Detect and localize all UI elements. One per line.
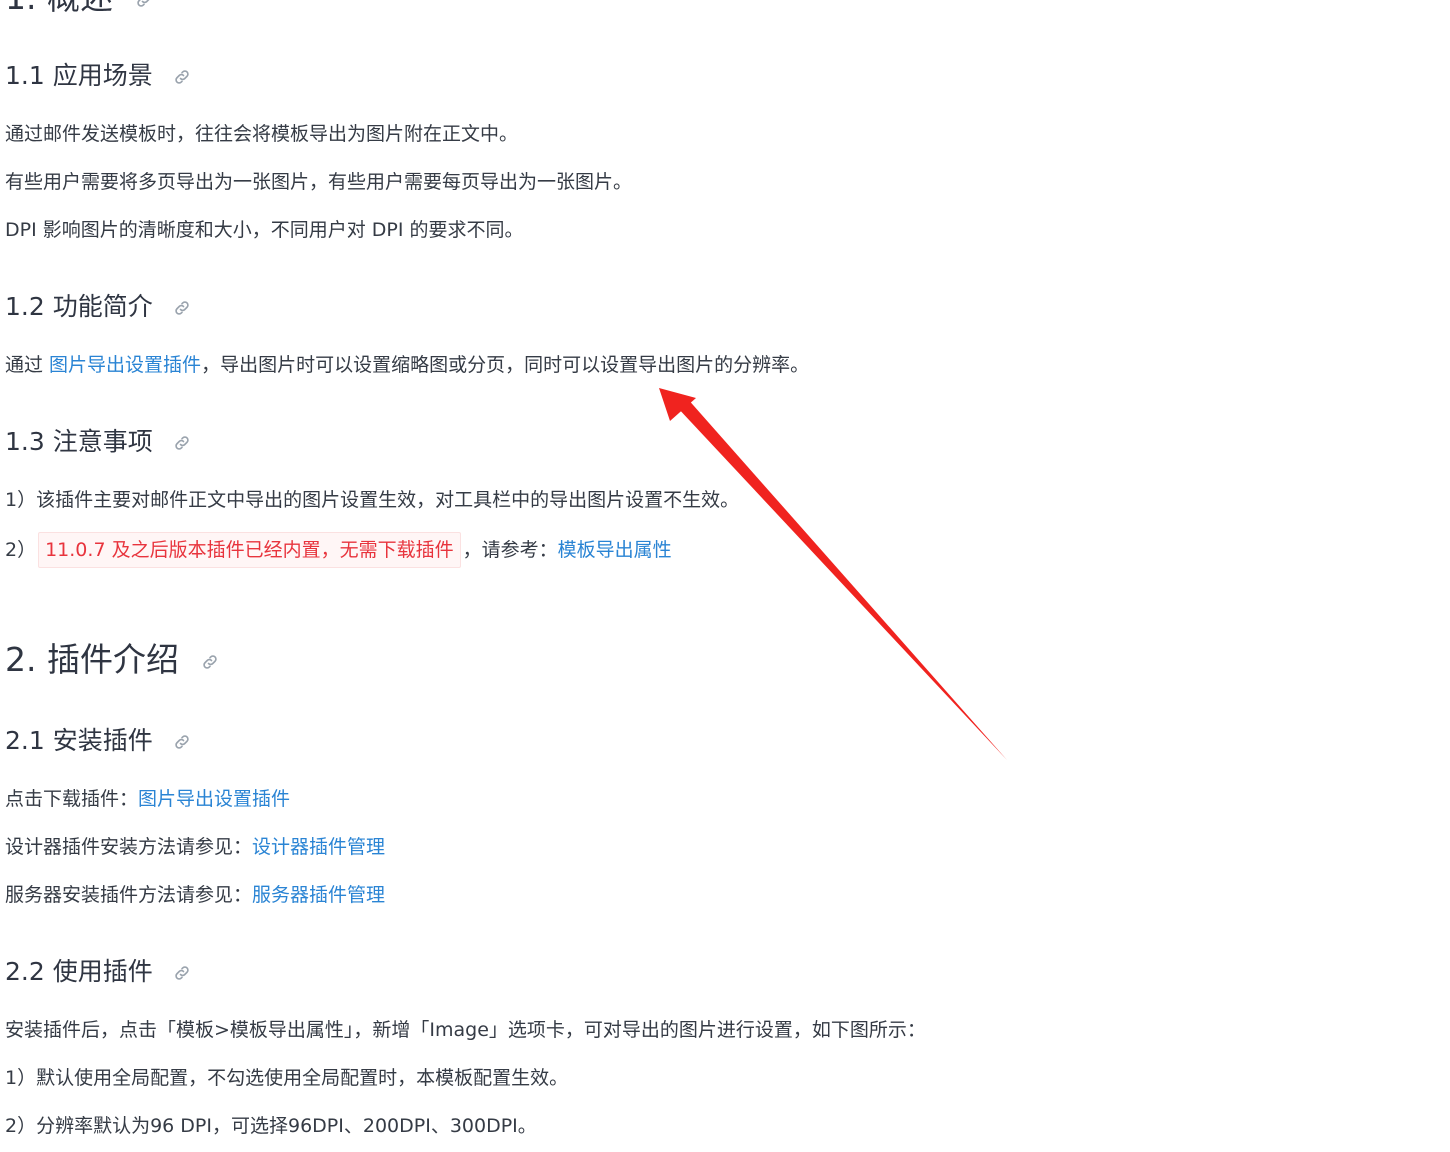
link-chain-icon[interactable] <box>173 68 191 86</box>
link-chain-icon[interactable] <box>201 653 219 671</box>
arrow-head <box>659 388 696 421</box>
link-chain-icon[interactable] <box>173 733 191 751</box>
paragraph: 通过 图片导出设置插件，导出图片时可以设置缩略图或分页，同时可以设置导出图片的分… <box>5 351 809 379</box>
server-plugin-link[interactable]: 服务器插件管理 <box>252 884 385 906</box>
heading-usage-text: 2.2 使用插件 <box>5 957 153 986</box>
paragraph: 安装插件后，点击「模板>模板导出属性」，新增「Image」选项卡，可对导出的图片… <box>5 1019 926 1041</box>
link-chain-icon[interactable] <box>173 964 191 982</box>
text: 服务器安装插件方法请参见： <box>5 884 253 906</box>
heading-features-text: 1.2 功能简介 <box>5 292 153 321</box>
heading-scenarios-text: 1.1 应用场景 <box>5 61 153 90</box>
heading-notes-text: 1.3 注意事项 <box>5 427 153 456</box>
link-chain-icon[interactable] <box>135 0 153 9</box>
text: 点击下载插件： <box>5 788 139 810</box>
download-plugin-link[interactable]: 图片导出设置插件 <box>138 788 290 810</box>
heading-plugin-intro: 2. 插件介绍 <box>5 640 219 680</box>
link-chain-icon[interactable] <box>173 299 191 317</box>
paragraph: 有些用户需要将多页导出为一张图片，有些用户需要每页导出为一张图片。 <box>5 171 633 193</box>
designer-plugin-link[interactable]: 设计器插件管理 <box>252 836 385 858</box>
warning-highlight: 11.0.7 及之后版本插件已经内置，无需下载插件 <box>38 532 461 568</box>
heading-overview: 1. 概述 <box>5 0 153 18</box>
paragraph: 1）默认使用全局配置，不勾选使用全局配置时，本模板配置生效。 <box>5 1067 569 1089</box>
heading-plugin-intro-text: 2. 插件介绍 <box>5 640 179 679</box>
text: 2） <box>5 539 37 561</box>
heading-scenarios: 1.1 应用场景 <box>5 60 191 92</box>
paragraph: DPI 影响图片的清晰度和大小，不同用户对 DPI 的要求不同。 <box>5 219 524 241</box>
plugin-link[interactable]: 图片导出设置插件 <box>49 354 201 376</box>
heading-install: 2.1 安装插件 <box>5 725 191 757</box>
text: 设计器插件安装方法请参见： <box>5 836 253 858</box>
text: ，请参考： <box>462 539 558 561</box>
paragraph: 点击下载插件：图片导出设置插件 <box>5 785 290 813</box>
text: 通过 <box>5 354 50 376</box>
arrow-shaft <box>676 397 1007 760</box>
heading-features: 1.2 功能简介 <box>5 291 191 323</box>
heading-overview-text: 1. 概述 <box>5 0 113 17</box>
paragraph: 2）分辨率默认为96 DPI，可选择96DPI、200DPI、300DPI。 <box>5 1115 537 1137</box>
export-properties-link[interactable]: 模板导出属性 <box>558 539 672 561</box>
paragraph: 2） 11.0.7 及之后版本插件已经内置，无需下载插件 ，请参考：模板导出属性 <box>5 532 672 568</box>
heading-notes: 1.3 注意事项 <box>5 426 191 458</box>
paragraph: 服务器安装插件方法请参见：服务器插件管理 <box>5 881 385 909</box>
paragraph: 通过邮件发送模板时，往往会将模板导出为图片附在正文中。 <box>5 123 519 145</box>
link-chain-icon[interactable] <box>173 434 191 452</box>
paragraph: 设计器插件安装方法请参见：设计器插件管理 <box>5 833 385 861</box>
text: ，导出图片时可以设置缩略图或分页，同时可以设置导出图片的分辨率。 <box>201 354 810 376</box>
heading-install-text: 2.1 安装插件 <box>5 726 153 755</box>
heading-usage: 2.2 使用插件 <box>5 956 191 988</box>
paragraph: 1）该插件主要对邮件正文中导出的图片设置生效，对工具栏中的导出图片设置不生效。 <box>5 489 740 511</box>
